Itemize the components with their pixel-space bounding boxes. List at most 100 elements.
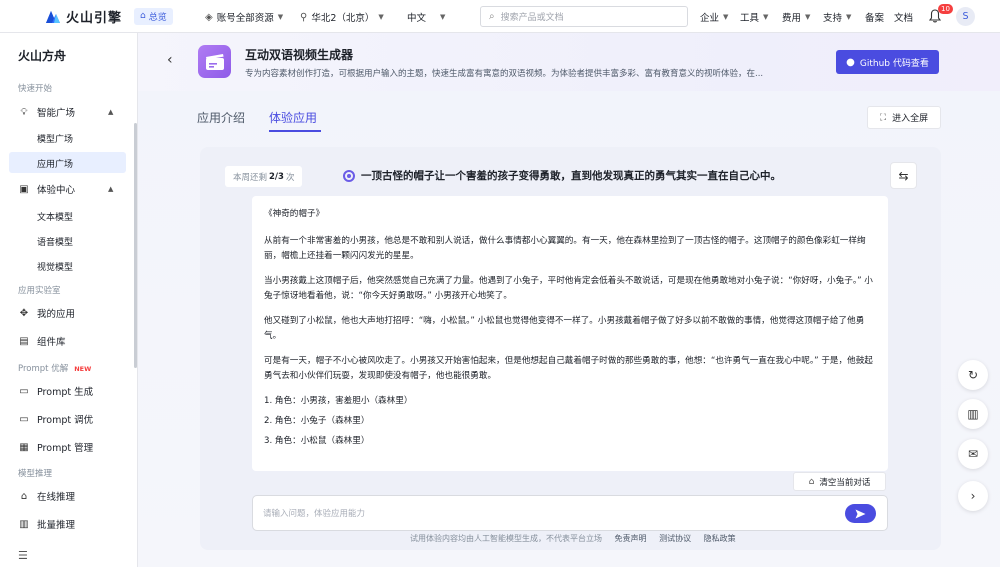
component-icon: ▤ (19, 335, 29, 347)
chevron-down-icon: ▼ (723, 13, 729, 21)
menu-support-label: 支持 (823, 13, 843, 24)
menu-billing-label: 费用 (782, 13, 802, 24)
expand-float-button[interactable]: › (958, 481, 988, 511)
story-title: 《神奇的帽子》 (264, 209, 325, 219)
github-icon: ● (846, 56, 855, 68)
sidebar-scrollbar[interactable] (134, 123, 137, 368)
clear-conversation-button[interactable]: ⌂ 清空当前对话 (793, 472, 886, 491)
brand-logo[interactable]: 火山引擎 (45, 7, 122, 26)
sidebar-item-my-apps[interactable]: ✥ 我的应用 (18, 304, 75, 322)
sidebar-item-batch-inference[interactable]: ▥ 批量推理 (18, 515, 75, 533)
chevron-up-icon: ▲ (108, 108, 114, 116)
overview-button[interactable]: ⌂ 总览 (134, 7, 173, 25)
story-paragraph: 可是有一天，帽子不小心被风吹走了。小男孩又开始害怕起来，但是他想起自己戴着帽子时… (264, 356, 873, 381)
list-item: 1. 角色：小男孩，害羞胆小（森林里） (264, 396, 413, 406)
sidebar-item-model-plaza[interactable]: 模型广场 (37, 132, 73, 145)
filing-link[interactable]: 备案 (865, 10, 884, 24)
top-navigation-bar: 火山引擎 ⌂ 总览 ◈ 账号全部资源 ▼ ⚲ 华北2（北京） ▼ 中文 ▼ ⌕ … (0, 0, 1000, 33)
sidebar-item-prompt-manage[interactable]: ▦ Prompt 管理 (18, 438, 93, 456)
broom-icon: ⌂ (808, 476, 815, 487)
sidebar-item-voice-model[interactable]: 语音模型 (37, 235, 73, 248)
footer-link-test-agreement[interactable]: 测试协议 (659, 534, 691, 543)
sidebar-item-label: 我的应用 (37, 309, 76, 320)
sidebar-item-online-inference[interactable]: ⌂ 在线推理 (18, 487, 75, 505)
page-title: 互动双语视频生成器 (245, 48, 354, 62)
docs-float-button[interactable]: ▥ (958, 399, 988, 429)
story-paragraph: 从前有一个非常害羞的小男孩，他总是不敢和别人说话，做什么事情都小心翼翼的。有一天… (264, 236, 866, 261)
sidebar-item-label: 组件库 (37, 337, 66, 348)
section-prompt-label: Prompt 优解 (18, 364, 69, 374)
sidebar-item-label: 在线推理 (37, 492, 76, 503)
region-label: 华北2（北京） (311, 13, 375, 24)
feedback-float-button[interactable]: ✉ (958, 439, 988, 469)
cube-icon: ◈ (205, 11, 213, 23)
footer: 试用体验内容均由人工智能模型生成，不代表平台立场 免责声明 测试协议 隐私政策 (410, 533, 736, 544)
sidebar-item-prompt-generate[interactable]: ▭ Prompt 生成 (18, 382, 93, 400)
avatar[interactable]: S (956, 7, 975, 26)
tune-icon: ▭ (19, 413, 29, 425)
sidebar-item-label: Prompt 生成 (37, 387, 94, 398)
response-message: 《神奇的帽子》 从前有一个非常害羞的小男孩，他总是不敢和别人说话，做什么事情都小… (252, 196, 888, 471)
menu-enterprise[interactable]: 企业 ▼ (700, 10, 728, 24)
swap-settings-button[interactable]: ⇆ (890, 162, 917, 189)
send-button[interactable] (845, 504, 876, 523)
volcengine-logo-icon (46, 11, 60, 23)
tab-try-app[interactable]: 体验应用 (269, 109, 317, 126)
history-float-button[interactable]: ↻ (958, 360, 988, 390)
sliders-icon: ⇆ (898, 168, 909, 183)
sidebar-item-app-plaza[interactable]: 应用广场 (37, 157, 73, 170)
quota-prefix: 本周还剩 (233, 172, 268, 183)
account-selector[interactable]: ◈ 账号全部资源 ▼ (205, 10, 283, 25)
main-content: ‹ 互动双语视频生成器 专为内容素材创作打造，可根据用户输入的主题，快速生成富有… (138, 33, 1000, 567)
footer-link-privacy[interactable]: 隐私政策 (704, 534, 736, 543)
section-inference: 模型推理 (18, 469, 53, 479)
docs-label: 文档 (894, 13, 914, 24)
menu-enterprise-label: 企业 (700, 13, 720, 24)
tab-app-intro[interactable]: 应用介绍 (197, 109, 245, 126)
filing-label: 备案 (865, 13, 885, 24)
chevron-right-icon: › (970, 489, 976, 503)
refresh-icon: ↻ (967, 368, 979, 382)
docs-link[interactable]: 文档 (894, 10, 913, 24)
list-item: 2. 角色：小兔子（森林里） (264, 416, 370, 426)
sidebar-item-vision-model[interactable]: 视觉模型 (37, 260, 73, 273)
menu-billing[interactable]: 费用 ▼ (782, 10, 810, 24)
cube-icon: ▣ (19, 183, 29, 195)
sidebar-title: 火山方舟 (18, 49, 67, 63)
fullscreen-icon: ⛶ (879, 112, 887, 123)
sidebar-item-label: Prompt 管理 (37, 443, 94, 454)
back-arrow-icon[interactable]: ‹ (167, 52, 173, 68)
brand-name: 火山引擎 (66, 10, 123, 26)
sidebar-item-components[interactable]: ▤ 组件库 (18, 332, 66, 350)
sidebar-item-smart-plaza[interactable]: 💡︎ 智能广场 ▲ (18, 103, 114, 121)
fullscreen-button[interactable]: ⛶ 进入全屏 (867, 106, 941, 129)
section-app-lab: 应用实验室 (18, 286, 61, 296)
quota-suffix: 次 (285, 172, 295, 183)
region-selector[interactable]: ⚲ 华北2（北京） ▼ (300, 10, 384, 25)
chat-icon: ▭ (19, 385, 29, 397)
app-icon (198, 45, 231, 78)
sidebar-item-label: 批量推理 (37, 520, 76, 531)
sidebar-item-text-model[interactable]: 文本模型 (37, 210, 73, 223)
sidebar-item-experience-center[interactable]: ▣ 体验中心 ▲ (18, 180, 113, 198)
clear-conversation-label: 清空当前对话 (819, 477, 871, 488)
collapse-sidebar-icon[interactable]: ☰ (18, 549, 28, 562)
footer-link-disclaimer[interactable]: 免责声明 (615, 534, 647, 543)
sidebar-item-prompt-tune[interactable]: ▭ Prompt 调优 (18, 410, 93, 428)
chat-input[interactable] (263, 505, 823, 523)
menu-tools[interactable]: 工具 ▼ (740, 10, 768, 24)
feedback-icon: ✉ (967, 447, 979, 461)
language-selector[interactable]: 中文 ▼ (407, 10, 445, 24)
location-pin-icon: ⚲ (300, 11, 308, 23)
language-label: 中文 (407, 13, 427, 24)
notification-badge: 10 (938, 4, 953, 14)
section-prompt: Prompt 优解 NEW (18, 362, 91, 374)
search-input[interactable]: ⌕ 搜索产品或文档 (480, 6, 688, 27)
home-icon: ⌂ (140, 11, 146, 21)
footer-disclaimer: 试用体验内容均由人工智能模型生成，不代表平台立场 (410, 534, 602, 543)
github-code-button[interactable]: ● Github 代码查看 (836, 50, 939, 74)
active-tab-indicator (269, 130, 321, 132)
list-item: 3. 角色：小松鼠（森林里） (264, 436, 370, 446)
chat-input-box[interactable] (252, 495, 888, 531)
menu-support[interactable]: 支持 ▼ (823, 10, 851, 24)
